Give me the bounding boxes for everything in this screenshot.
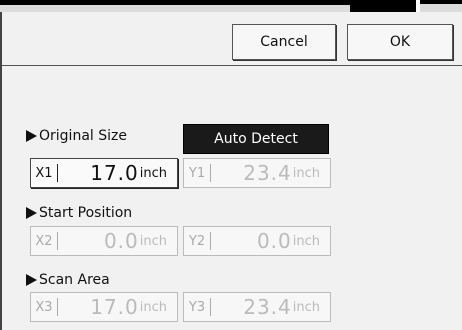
field-value: 0.0 bbox=[256, 229, 292, 253]
field-separator bbox=[57, 298, 58, 316]
top-frame-right bbox=[420, 4, 462, 12]
field-separator bbox=[210, 164, 211, 182]
field-unit: inch bbox=[292, 299, 320, 315]
triangle-bullet-icon bbox=[26, 130, 37, 142]
cancel-button[interactable]: Cancel bbox=[232, 24, 336, 60]
field-separator bbox=[210, 298, 211, 316]
triangle-bullet-icon bbox=[26, 207, 37, 219]
scan-size-screen: Cancel OK Original Size Auto Detect X1 1… bbox=[0, 0, 462, 330]
field-separator bbox=[57, 232, 58, 250]
field-name: Y2 bbox=[188, 233, 206, 249]
start-position-heading: Start Position bbox=[26, 202, 132, 224]
field-name: Y3 bbox=[188, 299, 206, 315]
settings-panel: Cancel OK Original Size Auto Detect X1 1… bbox=[0, 12, 462, 330]
field-name: X2 bbox=[35, 233, 53, 249]
scan-area-y-field[interactable]: Y3 23.4 inch bbox=[183, 292, 331, 322]
top-frame bbox=[0, 0, 462, 12]
scan-area-heading: Scan Area bbox=[26, 269, 110, 291]
field-name: Y1 bbox=[188, 165, 206, 181]
field-unit: inch bbox=[139, 233, 167, 249]
start-position-y-field[interactable]: Y2 0.0 inch bbox=[183, 226, 331, 256]
original-size-label: Original Size bbox=[39, 128, 127, 144]
field-unit: inch bbox=[139, 299, 167, 315]
original-size-y-field[interactable]: Y1 23.4 inch bbox=[183, 158, 331, 188]
triangle-bullet-icon bbox=[26, 274, 37, 286]
field-value: 23.4 bbox=[243, 161, 292, 185]
start-position-x-field[interactable]: X2 0.0 inch bbox=[30, 226, 178, 256]
auto-detect-button[interactable]: Auto Detect bbox=[183, 124, 329, 154]
original-size-x-field[interactable]: X1 17.0 inch bbox=[30, 158, 178, 188]
field-separator bbox=[210, 232, 211, 250]
original-size-heading: Original Size bbox=[26, 125, 127, 147]
field-unit: inch bbox=[139, 165, 167, 181]
field-name: X3 bbox=[35, 299, 53, 315]
start-position-label: Start Position bbox=[39, 205, 133, 221]
top-frame-left bbox=[0, 5, 350, 12]
field-name: X1 bbox=[35, 165, 53, 181]
field-value: 0.0 bbox=[103, 229, 139, 253]
field-unit: inch bbox=[292, 233, 320, 249]
field-value: 17.0 bbox=[90, 295, 139, 319]
field-unit: inch bbox=[292, 165, 320, 181]
ok-button[interactable]: OK bbox=[347, 24, 453, 60]
scan-area-x-field[interactable]: X3 17.0 inch bbox=[30, 292, 178, 322]
field-value: 23.4 bbox=[243, 295, 292, 319]
header-bar: Cancel OK bbox=[2, 12, 462, 64]
header-divider bbox=[2, 65, 462, 66]
field-separator bbox=[57, 164, 58, 182]
field-value: 17.0 bbox=[90, 161, 139, 185]
scan-area-label: Scan Area bbox=[39, 272, 110, 288]
